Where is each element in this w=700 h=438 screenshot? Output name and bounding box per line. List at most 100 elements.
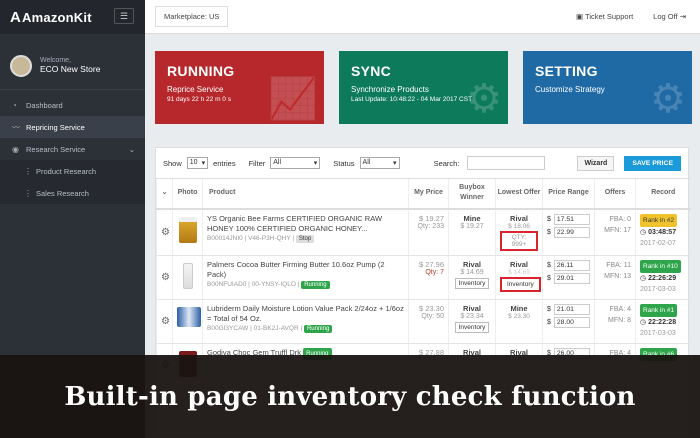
- record-time: 22:22:28: [648, 318, 677, 326]
- my-price: $ 19.27: [418, 213, 444, 223]
- product-sku: B00GI3YCAW | 01-BK2J-AVQR |: [207, 324, 303, 332]
- filter-select[interactable]: All ▾: [270, 157, 321, 169]
- chevron-down-icon: ▾: [313, 160, 318, 167]
- min-price-input[interactable]: 26.11: [553, 259, 590, 271]
- inventory-button[interactable]: Inventory: [500, 276, 541, 292]
- chevron-down-icon: ⌄: [128, 144, 135, 154]
- sync-card[interactable]: SYNC Synchronize Products Last Update: 1…: [339, 51, 508, 124]
- gear-icon[interactable]: ⚙: [156, 255, 173, 300]
- running-card[interactable]: RUNNING Reprice Service 91 days 22 h 22 …: [155, 51, 324, 124]
- offers-fba: FBA: 4: [609, 305, 631, 313]
- offers-fba: FBA: 0: [609, 215, 631, 223]
- clock-icon: ◷: [640, 274, 649, 282]
- product-name[interactable]: Palmers Cocoa Butter Firming Butter 10.6…: [207, 260, 404, 280]
- wizard-button[interactable]: Wizard: [577, 155, 615, 171]
- status-label: Status: [333, 158, 355, 168]
- product-name[interactable]: Lubriderm Daily Moisture Lotion Value Pa…: [207, 304, 404, 324]
- ticket-icon: ▣: [576, 12, 586, 21]
- rank-badge: Rank in #2: [640, 213, 678, 227]
- min-price-input[interactable]: 17.51: [553, 213, 590, 225]
- lowest-offer: Rival: [510, 213, 528, 223]
- product-photo: [172, 208, 203, 256]
- max-price-input[interactable]: 28.00: [553, 316, 590, 328]
- header-price-range[interactable]: Price Range: [542, 178, 595, 210]
- entries-select[interactable]: 10 ▾: [186, 157, 209, 169]
- buybox-winner: Rival: [463, 259, 481, 269]
- status-badge[interactable]: Stop: [295, 234, 315, 243]
- lowest-price: $ 14.69: [508, 268, 530, 276]
- buybox-price: $ 23.34: [460, 312, 484, 320]
- gear-icon: ⚙: [650, 77, 686, 121]
- header-offers[interactable]: Offers: [594, 178, 636, 210]
- status-badge[interactable]: Running: [301, 280, 330, 289]
- record-date: 2017-02-07: [640, 239, 676, 247]
- clock-icon: ◷: [640, 318, 649, 326]
- dashboard-icon: ◔: [12, 100, 17, 110]
- product-sku: B00014JNI0 | V46-P3H-QHY |: [207, 234, 295, 242]
- store-name: ECO New Store: [40, 64, 101, 74]
- dots-icon: ⋮: [24, 166, 32, 176]
- sidebar-nav: ◔ Dashboard 〰 Repricing Service ◉ Research …: [0, 94, 145, 204]
- setting-card[interactable]: SETTING Customize Strategy ⚙: [523, 51, 692, 124]
- header-photo[interactable]: Photo: [172, 178, 203, 210]
- rank-badge: Rank in #1: [640, 303, 678, 317]
- record-date: 2017-03-03: [640, 329, 676, 337]
- max-price-input[interactable]: 22.99: [553, 226, 590, 238]
- inventory-button[interactable]: Inventory: [454, 321, 490, 333]
- max-price-input[interactable]: 29.01: [553, 272, 590, 284]
- chevron-down-icon: ▾: [393, 160, 397, 167]
- min-price-input[interactable]: 21.01: [553, 303, 590, 315]
- hamburger-icon[interactable]: ☰: [114, 8, 134, 24]
- sidebar-item-research[interactable]: ◉ Research Service ⌄: [0, 138, 145, 160]
- status-select[interactable]: All ▾: [359, 157, 400, 169]
- chart-icon: 📈: [268, 77, 318, 121]
- search-input[interactable]: [467, 156, 546, 170]
- entries-label: entries: [213, 158, 236, 168]
- avatar[interactable]: [10, 54, 32, 77]
- header-lowest[interactable]: Lowest Offer: [495, 178, 543, 210]
- gear-icon[interactable]: ⚙: [156, 208, 173, 256]
- header-product[interactable]: Product: [202, 178, 409, 210]
- record-time: 03:48:57: [648, 228, 677, 236]
- logo[interactable]: AAmazonKit: [10, 9, 92, 26]
- product-photo: [172, 255, 203, 300]
- save-price-button[interactable]: SAVE PRICE: [624, 155, 681, 171]
- sidebar-item-sales-research[interactable]: ⋮ Sales Research: [0, 182, 145, 204]
- table-row[interactable]: ⚙ Palmers Cocoa Butter Firming Butter 10…: [156, 255, 691, 300]
- marketplace-selector[interactable]: Marketplace: US: [155, 6, 229, 27]
- logout-icon: ⇥: [677, 12, 686, 21]
- table-row[interactable]: ⚙ Lubriderm Daily Moisture Lotion Value …: [156, 299, 691, 344]
- offers-mfn: MFN: 13: [604, 272, 631, 280]
- buybox-winner: Rival: [463, 303, 481, 313]
- status-badge[interactable]: Running: [303, 324, 333, 333]
- eye-icon: ◉: [12, 144, 19, 154]
- product-name[interactable]: YS Organic Bee Farms CERTIFIED ORGANIC R…: [207, 214, 404, 234]
- sidebar-item-label: Repricing Service: [26, 122, 85, 132]
- topbar: Marketplace: US ▣ Ticket Support Log Off…: [145, 0, 700, 34]
- gear-icon[interactable]: ⚙: [156, 299, 173, 344]
- header-my-price[interactable]: My Price: [408, 178, 449, 210]
- dots-icon: ⋮: [24, 188, 32, 198]
- clock-icon: ◷: [640, 228, 649, 236]
- table-row[interactable]: ⚙ YS Organic Bee Farms CERTIFIED ORGANIC…: [156, 208, 691, 256]
- lowest-price: $ 23.30: [508, 312, 530, 320]
- header-record[interactable]: Record: [635, 178, 691, 210]
- quantity: Qty: 233: [417, 222, 444, 230]
- inventory-button[interactable]: Inventory: [454, 277, 490, 289]
- logoff-link[interactable]: Log Off ⇥: [653, 12, 686, 21]
- sidebar-item-repricing[interactable]: 〰 Repricing Service: [0, 116, 145, 138]
- chart-line-icon: 〰: [12, 122, 20, 132]
- search-label: Search:: [433, 158, 460, 168]
- header-buybox[interactable]: Buybox Winner: [448, 178, 496, 210]
- rank-badge: Rank in #10: [640, 259, 681, 273]
- product-sku: B00NFUIAD0 | 00-YNSY-IQLO |: [207, 280, 300, 288]
- record-date: 2017-03-03: [640, 285, 676, 293]
- sidebar-item-product-research[interactable]: ⋮ Product Research: [0, 160, 145, 182]
- ticket-support-link[interactable]: ▣ Ticket Support: [576, 12, 633, 21]
- lowest-price: $ 18.06: [508, 222, 530, 230]
- profile: Welcome, ECO New Store: [0, 42, 145, 90]
- filter-label: Filter: [248, 158, 266, 168]
- sidebar-item-dashboard[interactable]: ◔ Dashboard: [0, 94, 145, 116]
- sort-toggle[interactable]: ⌄: [156, 178, 173, 210]
- offers-mfn: MFN: 8: [608, 316, 631, 324]
